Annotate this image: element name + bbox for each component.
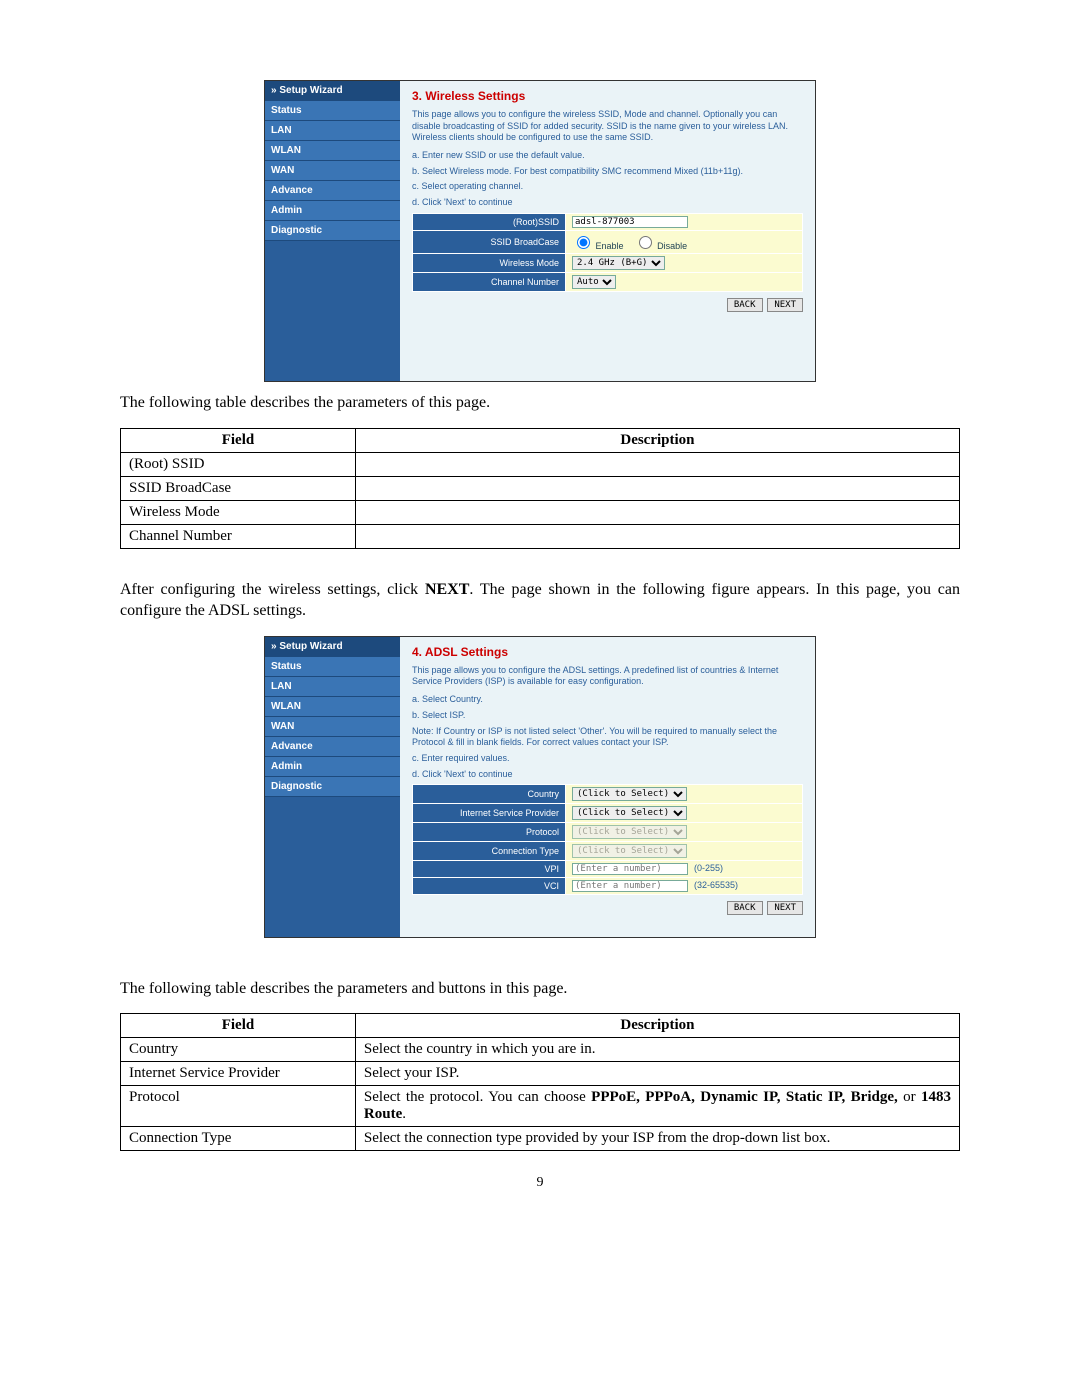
t1-head-field: Field — [121, 428, 356, 452]
wireless-next-button[interactable]: NEXT — [767, 298, 803, 312]
vci-hint: (32-65535) — [688, 880, 738, 890]
conn-select[interactable]: (Click to Select) — [572, 844, 687, 858]
t2-r1-desc: Select your ISP. — [355, 1062, 959, 1086]
nav-advance[interactable]: Advance — [265, 181, 400, 201]
country-label: Country — [413, 785, 566, 804]
nav2-wan[interactable]: WAN — [265, 717, 400, 737]
t2-r2-desc: Select the protocol. You can choose PPPo… — [355, 1086, 959, 1127]
param-table1-intro: The following table describes the parame… — [120, 392, 960, 414]
adsl-note: Note: If Country or ISP is not listed se… — [412, 726, 803, 749]
wireless-step-c: c. Select operating channel. — [412, 181, 803, 193]
param-table2-intro: The following table describes the parame… — [120, 978, 960, 1000]
after-wireless-text: After configuring the wireless settings,… — [120, 579, 960, 622]
broadcast-disable[interactable]: Disable — [634, 241, 688, 251]
t2-head-desc: Description — [355, 1014, 959, 1038]
wireless-settings-screenshot: » Setup Wizard Status LAN WLAN WAN Advan… — [264, 80, 816, 382]
adsl-heading: 4. ADSL Settings — [412, 645, 803, 659]
nav-lan[interactable]: LAN — [265, 121, 400, 141]
adsl-settings-screenshot: » Setup Wizard Status LAN WLAN WAN Advan… — [264, 636, 816, 938]
mode-label: Wireless Mode — [413, 253, 566, 272]
page-number: 9 — [120, 1175, 960, 1191]
nav-wlan[interactable]: WLAN — [265, 141, 400, 161]
t1-r2-field: Wireless Mode — [121, 500, 356, 524]
router-nav: » Setup Wizard Status LAN WLAN WAN Advan… — [265, 81, 400, 381]
t2-r0-desc: Select the country in which you are in. — [355, 1038, 959, 1062]
adsl-back-button[interactable]: BACK — [727, 901, 763, 915]
adsl-step-d: d. Click 'Next' to continue — [412, 769, 803, 781]
channel-label: Channel Number — [413, 272, 566, 291]
broadcast-enable-radio[interactable] — [577, 236, 590, 249]
nav2-setup-wizard[interactable]: » Setup Wizard — [265, 637, 400, 657]
nav-wan[interactable]: WAN — [265, 161, 400, 181]
channel-select[interactable]: Auto — [572, 275, 616, 289]
wireless-step-b: b. Select Wireless mode. For best compat… — [412, 166, 803, 178]
nav-diagnostic[interactable]: Diagnostic — [265, 221, 400, 241]
protocol-label: Protocol — [413, 823, 566, 842]
broadcast-disable-radio[interactable] — [639, 236, 652, 249]
vpi-label: VPI — [413, 861, 566, 878]
protocol-select[interactable]: (Click to Select) — [572, 825, 687, 839]
t2-head-field: Field — [121, 1014, 356, 1038]
vci-label: VCI — [413, 878, 566, 895]
vci-input[interactable] — [572, 880, 688, 892]
t1-r3-desc — [355, 524, 959, 548]
t1-r0-field: (Root) SSID — [121, 452, 356, 476]
param-table2: Field Description Country Select the cou… — [120, 1013, 960, 1151]
t1-r2-desc — [355, 500, 959, 524]
nav2-diagnostic[interactable]: Diagnostic — [265, 777, 400, 797]
nav2-admin[interactable]: Admin — [265, 757, 400, 777]
t1-r1-field: SSID BroadCase — [121, 476, 356, 500]
isp-select[interactable]: (Click to Select) — [572, 806, 687, 820]
wireless-step-d: d. Click 'Next' to continue — [412, 197, 803, 209]
nav-status[interactable]: Status — [265, 101, 400, 121]
adsl-form: Country (Click to Select) Internet Servi… — [412, 784, 803, 895]
nav-setup-wizard[interactable]: » Setup Wizard — [265, 81, 400, 101]
vpi-hint: (0-255) — [688, 863, 723, 873]
t2-r2-field: Protocol — [121, 1086, 356, 1127]
wireless-intro: This page allows you to configure the wi… — [412, 109, 803, 144]
country-select[interactable]: (Click to Select) — [572, 787, 687, 801]
isp-label: Internet Service Provider — [413, 804, 566, 823]
nav2-wlan[interactable]: WLAN — [265, 697, 400, 717]
t2-r3-field: Connection Type — [121, 1127, 356, 1151]
adsl-step-a: a. Select Country. — [412, 694, 803, 706]
nav2-status[interactable]: Status — [265, 657, 400, 677]
wireless-back-button[interactable]: BACK — [727, 298, 763, 312]
nav2-advance[interactable]: Advance — [265, 737, 400, 757]
wireless-form: (Root)SSID SSID BroadCase Enable Disable… — [412, 213, 803, 292]
t1-r1-desc — [355, 476, 959, 500]
t2-r1-field: Internet Service Provider — [121, 1062, 356, 1086]
router-nav-2: » Setup Wizard Status LAN WLAN WAN Advan… — [265, 637, 400, 937]
wireless-heading: 3. Wireless Settings — [412, 89, 803, 103]
adsl-step-b: b. Select ISP. — [412, 710, 803, 722]
t2-r3-desc: Select the connection type provided by y… — [355, 1127, 959, 1151]
wireless-step-a: a. Enter new SSID or use the default val… — [412, 150, 803, 162]
broadcast-label: SSID BroadCase — [413, 230, 566, 253]
t2-r0-field: Country — [121, 1038, 356, 1062]
ssid-input[interactable] — [572, 216, 688, 228]
conn-label: Connection Type — [413, 842, 566, 861]
t1-r0-desc — [355, 452, 959, 476]
t1-r3-field: Channel Number — [121, 524, 356, 548]
vpi-input[interactable] — [572, 863, 688, 875]
mode-select[interactable]: 2.4 GHz (B+G) — [572, 256, 665, 270]
nav2-lan[interactable]: LAN — [265, 677, 400, 697]
param-table1: Field Description (Root) SSID SSID Broad… — [120, 428, 960, 549]
adsl-intro: This page allows you to configure the AD… — [412, 665, 803, 688]
t1-head-desc: Description — [355, 428, 959, 452]
nav-admin[interactable]: Admin — [265, 201, 400, 221]
adsl-step-c: c. Enter required values. — [412, 753, 803, 765]
ssid-label: (Root)SSID — [413, 213, 566, 230]
adsl-next-button[interactable]: NEXT — [767, 901, 803, 915]
broadcast-enable[interactable]: Enable — [572, 241, 624, 251]
